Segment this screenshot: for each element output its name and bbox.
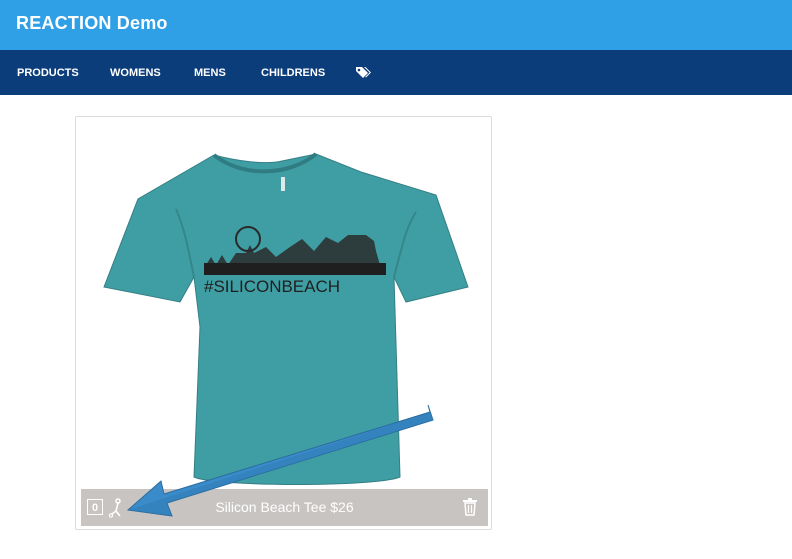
product-info-bar: 0 Silicon Beach Tee $26	[81, 489, 488, 526]
top-header: REACTION Demo	[0, 0, 792, 50]
product-image[interactable]: #SILICONBEACH	[76, 117, 491, 491]
main-navigation: PRODUCTS WOMENS MENS CHILDRENS	[0, 50, 792, 95]
nav-item-mens[interactable]: MENS	[194, 67, 226, 79]
brand-title[interactable]: REACTION Demo	[16, 13, 168, 34]
tags-icon[interactable]	[355, 66, 371, 79]
nav-item-womens[interactable]: WOMENS	[110, 67, 161, 79]
product-title-price[interactable]: Silicon Beach Tee $26	[81, 499, 488, 515]
trash-icon[interactable]	[462, 498, 478, 516]
shirt-print-text: #SILICONBEACH	[204, 277, 340, 296]
nav-item-products[interactable]: PRODUCTS	[17, 67, 79, 79]
product-card[interactable]: #SILICONBEACH 0 Silicon Beach Tee $26	[75, 116, 492, 530]
nav-item-childrens[interactable]: CHILDRENS	[261, 67, 325, 79]
